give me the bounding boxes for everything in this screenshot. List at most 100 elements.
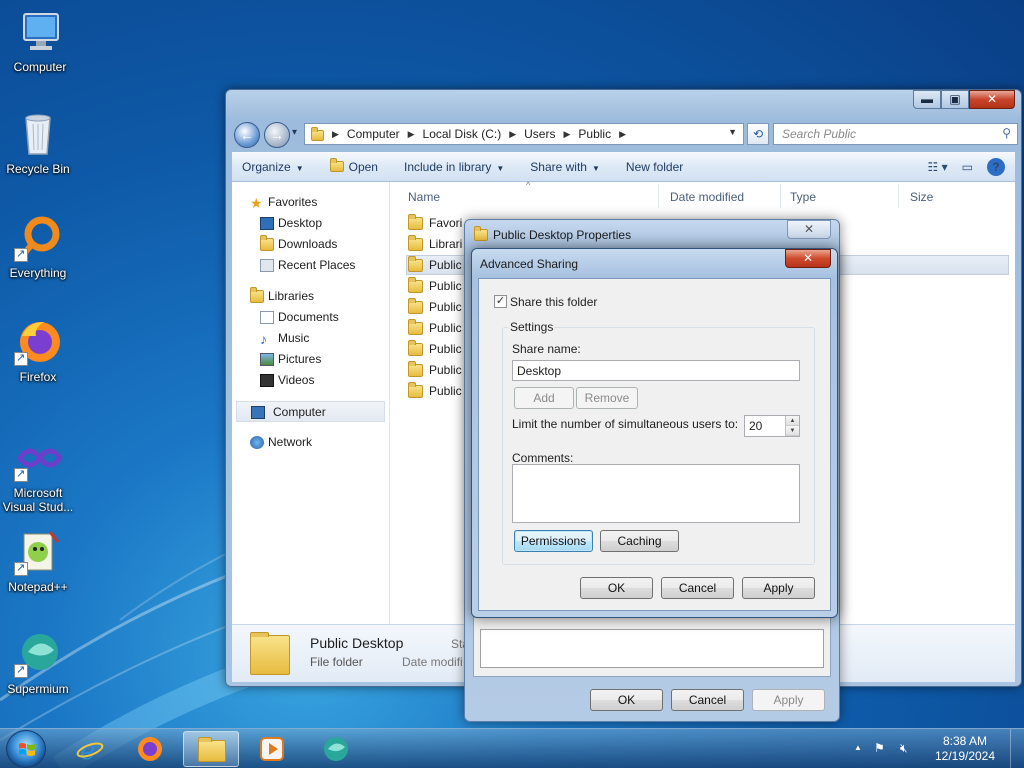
address-dropdown-icon[interactable]: ▼: [728, 127, 737, 137]
organize-menu[interactable]: Organize ▼: [242, 160, 304, 174]
organize-label: Organize: [242, 159, 291, 174]
preview-pane-icon[interactable]: ▭: [962, 160, 973, 174]
windows-explorer-icon: [198, 737, 226, 762]
cancel-button[interactable]: Cancel: [671, 689, 744, 711]
file-row[interactable]: Public: [408, 318, 462, 339]
file-row[interactable]: Librari: [408, 234, 462, 255]
add-button[interactable]: Add: [514, 387, 574, 409]
supermium-icon: [14, 630, 62, 678]
chevron-down-icon: ▼: [295, 163, 304, 173]
apply-button[interactable]: Apply: [742, 577, 815, 599]
column-header-name[interactable]: Name: [408, 182, 440, 212]
advanced-sharing-dialog[interactable]: Advanced Sharing ✕ ✓ Share this folder S…: [471, 248, 838, 618]
close-button[interactable]: ✕: [787, 220, 831, 239]
nav-network[interactable]: Network: [232, 432, 389, 453]
new-folder-button[interactable]: New folder: [626, 160, 683, 174]
caching-button[interactable]: Caching: [600, 530, 679, 552]
spin-up-icon[interactable]: ▲: [786, 416, 799, 426]
nav-pictures[interactable]: Pictures: [232, 349, 389, 370]
column-header-size[interactable]: Size: [910, 182, 933, 212]
breadcrumb-computer[interactable]: Computer: [347, 127, 400, 141]
desktop-icon-everything[interactable]: Everything: [0, 214, 76, 280]
nav-label: Computer: [273, 405, 326, 419]
view-controls: ☷ ▾ ▭ ?: [914, 158, 1005, 176]
view-options-icon[interactable]: ☷ ▾: [928, 160, 948, 174]
dialog-body: ✓ Share this folder Settings Share name:…: [478, 278, 831, 611]
taskbar-internet-explorer[interactable]: e: [62, 731, 118, 767]
desktop-icon-supermium[interactable]: Supermium: [0, 630, 76, 696]
help-icon[interactable]: ?: [987, 158, 1005, 176]
nav-downloads[interactable]: Downloads: [232, 234, 389, 255]
address-bar[interactable]: ▶ Computer ▶ Local Disk (C:) ▶ Users ▶ P…: [304, 123, 744, 145]
file-row[interactable]: Public: [408, 381, 462, 402]
apply-button[interactable]: Apply: [752, 689, 825, 711]
refresh-button[interactable]: ⟲: [747, 123, 769, 145]
show-desktop-button[interactable]: [1010, 729, 1024, 768]
close-button[interactable]: ✕: [969, 90, 1015, 109]
desktop-icon-firefox[interactable]: Firefox: [0, 318, 76, 384]
share-this-folder-checkbox[interactable]: ✓: [494, 295, 507, 308]
breadcrumb-users[interactable]: Users: [524, 127, 555, 141]
file-row-selected[interactable]: Public: [408, 255, 462, 276]
details-name: Public Desktop: [310, 635, 404, 651]
desktop-icon-notepad-plus-plus[interactable]: Notepad++: [0, 528, 76, 594]
maximize-button[interactable]: ▣: [941, 90, 969, 109]
comments-field[interactable]: [512, 464, 800, 523]
file-row[interactable]: Public: [408, 297, 462, 318]
file-row[interactable]: Public: [408, 276, 462, 297]
nav-music[interactable]: ♪ Music: [232, 328, 389, 349]
search-input[interactable]: Search Public ⚲: [773, 123, 1018, 145]
nav-favorites[interactable]: ★ Favorites: [232, 192, 389, 213]
desktop-icon-visual-studio[interactable]: Microsoft Visual Stud...: [0, 434, 76, 514]
volume-muted-icon[interactable]: 🔇︎: [900, 741, 908, 756]
spin-down-icon[interactable]: ▼: [786, 426, 799, 436]
share-name-field[interactable]: Desktop: [512, 360, 800, 381]
back-button[interactable]: ←: [234, 122, 260, 148]
close-button[interactable]: ✕: [785, 249, 831, 268]
nav-desktop[interactable]: Desktop: [232, 213, 389, 234]
forward-button[interactable]: →: [264, 122, 290, 148]
remove-button[interactable]: Remove: [576, 387, 638, 409]
include-in-library-menu[interactable]: Include in library ▼: [404, 160, 504, 174]
ok-button[interactable]: OK: [590, 689, 663, 711]
breadcrumb-local-disk[interactable]: Local Disk (C:): [423, 127, 502, 141]
recent-pages-dropdown[interactable]: ▾: [292, 127, 297, 138]
desktop-icon-computer[interactable]: Computer: [2, 8, 78, 74]
command-bar: Organize ▼ Open Include in library ▼ Share…: [232, 152, 1015, 182]
nav-videos[interactable]: Videos: [232, 370, 389, 391]
desktop-icon-label: Supermium: [7, 682, 69, 696]
breadcrumb-public[interactable]: Public: [578, 127, 611, 141]
tab-panel: [480, 629, 824, 668]
clock[interactable]: 8:38 AM 12/19/2024: [930, 734, 1000, 764]
share-with-menu[interactable]: Share with ▼: [530, 160, 600, 174]
share-name-label: Share name:: [512, 342, 581, 356]
taskbar-firefox[interactable]: [122, 731, 178, 767]
desktop-icon-label: Computer: [13, 60, 67, 74]
taskbar-media-player[interactable]: [244, 731, 300, 767]
file-row[interactable]: Public: [408, 339, 462, 360]
action-center-icon[interactable]: ⚑: [874, 741, 885, 755]
taskbar-windows-explorer[interactable]: [183, 731, 239, 767]
nav-libraries[interactable]: Libraries: [232, 286, 389, 307]
user-limit-field[interactable]: 20 ▲ ▼: [744, 415, 800, 437]
minimize-button[interactable]: ▬: [913, 90, 941, 109]
start-button[interactable]: [6, 730, 46, 768]
permissions-button[interactable]: Permissions: [514, 530, 593, 552]
nav-recent-places[interactable]: Recent Places: [232, 255, 389, 276]
nav-computer[interactable]: Computer: [236, 401, 385, 422]
file-row[interactable]: Favori: [408, 213, 462, 234]
notepad-plus-plus-icon: [14, 528, 62, 576]
taskbar-supermium[interactable]: [308, 731, 364, 767]
cancel-button[interactable]: Cancel: [661, 577, 734, 599]
user-limit-spinner[interactable]: ▲ ▼: [785, 416, 799, 436]
column-header-date-modified[interactable]: Date modified: [670, 182, 744, 212]
details-date-label: Date modifi: [402, 655, 463, 669]
column-header-type[interactable]: Type: [790, 182, 816, 212]
desktop-icon-recycle-bin[interactable]: Recycle Bin: [0, 110, 76, 176]
open-button[interactable]: Open: [329, 157, 378, 174]
show-hidden-icons-button[interactable]: ▲: [854, 743, 862, 752]
file-row[interactable]: Public: [408, 360, 462, 381]
breadcrumb-separator: ▶: [563, 128, 571, 139]
nav-documents[interactable]: Documents: [232, 307, 389, 328]
ok-button[interactable]: OK: [580, 577, 653, 599]
